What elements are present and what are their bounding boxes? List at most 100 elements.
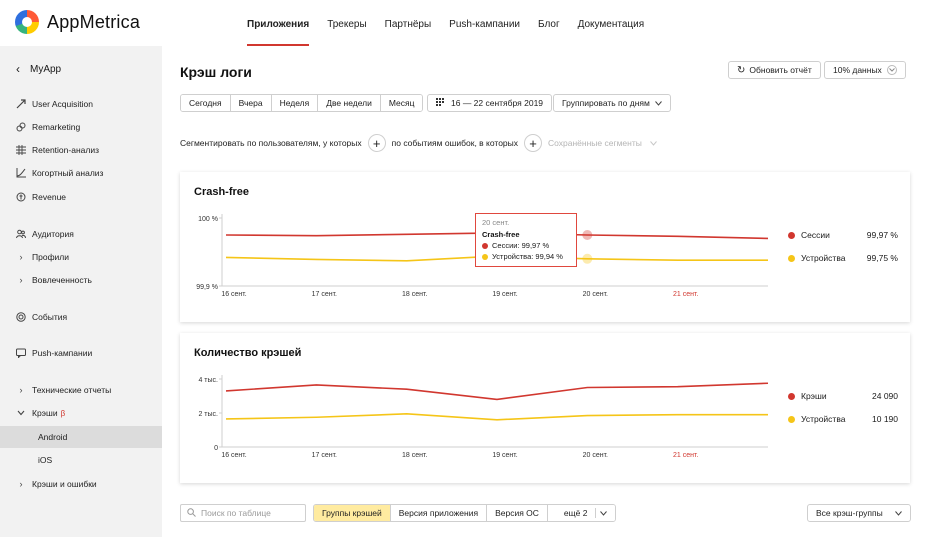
x-tick-label: 20 сент. [583,291,608,298]
highlight-point [582,230,593,240]
app-title: MyApp [30,63,62,75]
nav-applications[interactable]: Приложения [238,0,318,46]
sidebar-item-push-campaigns[interactable]: Push-кампании [0,342,162,364]
x-tick-label: 16 сент. [221,452,246,459]
sidebar-item-events[interactable]: События [0,306,162,328]
period-week[interactable]: Неделя [271,95,319,111]
chevron-down-icon [895,508,902,518]
group-by-dropdown[interactable]: Группировать по дням [553,94,671,112]
app-name: AppMetrica [47,11,141,32]
x-tick-label: 17 сент. [312,452,337,459]
date-range-picker[interactable]: 16 — 22 сентября 2019 [427,94,553,112]
crash-count-chart: 4 тыс. 2 тыс. 016 сент. 17 сент. 18 сент. 19 … [198,375,769,459]
sidebar-item-remarketing[interactable]: Remarketing [0,116,162,138]
period-today[interactable]: Сегодня [181,95,231,111]
cohort-icon [16,168,26,178]
chevron-right-icon: › [19,275,23,285]
tab-app-version[interactable]: Версия приложения [390,505,488,521]
crash-count-card: Количество крэшей 4 тыс. 2 тыс. 0 16 сент. 1… [180,333,910,483]
add-user-segment-button[interactable]: + [367,134,386,152]
table-grouping-tabs: Группы крэшей Версия приложения Версия О… [313,504,617,522]
crash-groups-filter-dropdown[interactable]: Все крэш-группы [807,504,911,522]
tab-more[interactable]: ещё 2 [547,505,616,521]
sidebar-item-audience[interactable]: Аудитория [0,223,162,245]
crash-free-card: Crash-free 100 % 99,9 % 16 сент. 17 сент. 18… [180,172,910,322]
legend-devices[interactable]: Устройства 99,75 % [788,253,898,263]
nav-partners[interactable]: Партнёры [376,0,441,46]
tab-crash-groups[interactable]: Группы крэшей [314,505,391,521]
series-line [225,382,769,401]
refresh-icon: ↻ [737,64,746,76]
nav-push-campaigns[interactable]: Push-кампании [440,0,529,46]
chevron-right-icon: › [19,479,23,489]
period-yesterday[interactable]: Вчера [230,95,272,111]
highlight-point [582,253,593,264]
sidebar: ‹ MyApp User Acquisition Remarketing Ret… [0,46,162,537]
legend-devices[interactable]: Устройства 10 190 [788,414,898,424]
y-tick-label: 2 тыс. [198,411,218,418]
app-logo[interactable]: AppMetrica [15,10,140,34]
sidebar-item-ios[interactable]: iOS [0,449,162,471]
devices-value: 99,75 % [866,253,898,263]
sampling-dropdown[interactable]: 10% данных [824,61,906,79]
devices-value: 10 190 [872,414,898,424]
series-line [225,413,768,421]
x-tick-label: 21 сент. [673,291,698,298]
sessions-value: 99,97 % [866,230,898,240]
table-search-input[interactable]: Поиск по таблице [180,504,306,522]
segment-users-label: Сегментировать по пользователям, у котор… [180,138,362,148]
sidebar-item-revenue[interactable]: Revenue [0,186,162,208]
x-tick-label: 16 сент. [221,291,246,298]
appmetrica-logo-icon [15,10,39,34]
main-content: Крэш логи ↻ Обновить отчёт 10% данных Се… [162,46,936,537]
y-tick-label: 100 % [198,216,218,223]
period-month[interactable]: Месяц [380,95,423,111]
nav-blog[interactable]: Блог [529,0,569,46]
tooltip-row-sessions: Сессии: 99,97 % [482,241,570,250]
legend-dot [788,231,795,239]
retention-icon [16,145,26,155]
calendar-icon [436,98,446,108]
x-tick-label: 17 сент. [312,291,337,298]
legend-dot [788,415,795,423]
legend-sessions[interactable]: Сессии 99,97 % [788,230,898,240]
sidebar-item-crashes[interactable]: Крэши β [0,402,162,424]
chevron-down-icon [16,408,26,418]
x-tick-label: 18 сент. [402,291,427,298]
nav-documentation[interactable]: Документация [569,0,654,46]
saved-segments-dropdown[interactable]: Сохранённые сегменты [548,138,658,148]
sidebar-item-profiles[interactable]: › Профили [0,246,162,268]
events-icon [16,312,26,322]
chevron-left-icon: ‹ [16,62,20,76]
back-to-app[interactable]: ‹ MyApp [16,62,61,76]
y-tick-label: 4 тыс. [198,377,218,384]
period-selector: Сегодня Вчера Неделя Две недели Месяц [180,94,424,112]
sidebar-item-crashes-and-errors[interactable]: › Крэши и ошибки [0,473,162,495]
top-navigation: Приложения Трекеры Партнёры Push-кампани… [238,0,653,46]
legend-dot [788,254,795,262]
push-icon [16,348,26,358]
sidebar-item-cohort[interactable]: Когортный анализ [0,162,162,184]
sidebar-item-user-acquisition[interactable]: User Acquisition [0,93,162,115]
legend-crashes[interactable]: Крэши 24 090 [788,391,898,401]
add-event-segment-button[interactable]: + [524,134,543,152]
sidebar-item-technical-reports[interactable]: › Технические отчеты [0,379,162,401]
sidebar-item-android[interactable]: Android [0,426,162,448]
x-tick-label: 19 сент. [492,452,517,459]
x-tick-label: 21 сент. [673,452,698,459]
nav-trackers[interactable]: Трекеры [318,0,375,46]
refresh-report-button[interactable]: ↻ Обновить отчёт [728,61,821,79]
sidebar-item-retention[interactable]: Retention-анализ [0,139,162,161]
chevron-right-icon: › [19,252,23,262]
tab-os-version[interactable]: Версия ОС [487,505,548,521]
period-two-weeks[interactable]: Две недели [318,95,381,111]
legend-dot [788,392,795,400]
chevron-down-icon [886,65,897,75]
beta-badge: β [60,408,66,418]
x-tick-label: 18 сент. [402,452,427,459]
segment-events-label: по событиям ошибок, в которых [391,138,519,148]
page-title: Крэш логи [180,64,252,80]
audience-icon [16,229,26,239]
sidebar-item-engagement[interactable]: › Вовлеченность [0,269,162,291]
tooltip-row-devices: Устройства: 99,94 % [482,252,570,261]
